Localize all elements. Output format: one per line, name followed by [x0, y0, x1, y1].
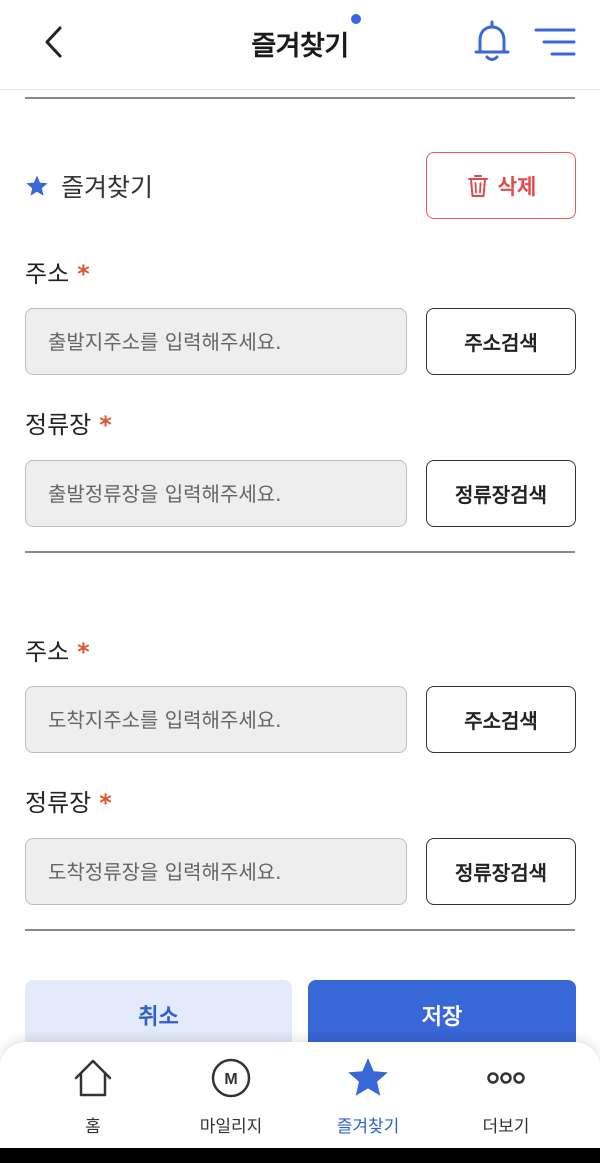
destination-address-label: 주소 *: [25, 632, 90, 667]
trash-icon: [467, 174, 488, 197]
favorite-section-title: 즐겨찾기: [61, 173, 154, 202]
notification-button[interactable]: [472, 20, 512, 64]
menu-button[interactable]: [532, 24, 578, 60]
destination-address-label-text: 주소: [25, 638, 70, 666]
origin-stop-label: 정류장 *: [25, 405, 112, 440]
delete-button-label: 삭제: [497, 174, 537, 199]
nav-item-more[interactable]: 더보기: [446, 1056, 566, 1142]
hamburger-menu-icon: [534, 28, 576, 56]
mileage-icon: M: [209, 1056, 253, 1100]
nav-label-home: 홈: [85, 1117, 101, 1137]
notification-dot: [351, 14, 361, 24]
required-mark: *: [77, 638, 90, 666]
more-icon: [484, 1056, 528, 1100]
origin-address-input[interactable]: [25, 308, 407, 375]
delete-button[interactable]: 삭제: [426, 152, 576, 219]
required-mark: *: [99, 789, 112, 817]
destination-stop-search-button[interactable]: 정류장검색: [426, 838, 576, 905]
origin-address-label: 주소 *: [25, 254, 90, 289]
cancel-button[interactable]: 취소: [25, 980, 292, 1050]
save-button[interactable]: 저장: [308, 980, 576, 1050]
favorite-section-header: 즐겨찾기: [25, 168, 153, 204]
nav-item-home[interactable]: 홈: [33, 1056, 153, 1142]
destination-stop-input[interactable]: [25, 838, 407, 905]
star-icon: [346, 1056, 390, 1100]
divider: [25, 97, 575, 99]
divider: [25, 551, 575, 553]
destination-address-input[interactable]: [25, 686, 407, 753]
nav-label-favorites: 즐겨찾기: [336, 1117, 400, 1137]
required-mark: *: [99, 411, 112, 439]
system-bar: [0, 1148, 600, 1163]
bottom-navigation: 홈 M 마일리지 즐겨찾기 더보기: [0, 1042, 600, 1148]
home-icon: [71, 1056, 115, 1100]
origin-address-label-text: 주소: [25, 260, 70, 288]
nav-item-favorites[interactable]: 즐겨찾기: [308, 1056, 428, 1142]
star-icon: [26, 175, 48, 196]
destination-address-search-button[interactable]: 주소검색: [426, 686, 576, 753]
origin-address-search-button[interactable]: 주소검색: [426, 308, 576, 375]
destination-stop-label-text: 정류장: [25, 789, 92, 817]
destination-stop-label: 정류장 *: [25, 783, 112, 818]
origin-stop-input[interactable]: [25, 460, 407, 527]
app-header: 즐겨찾기: [0, 0, 600, 90]
divider: [25, 929, 575, 931]
required-mark: *: [77, 260, 90, 288]
origin-stop-search-button[interactable]: 정류장검색: [426, 460, 576, 527]
mileage-icon-letter: M: [224, 1071, 237, 1088]
nav-label-more: 더보기: [482, 1117, 530, 1137]
origin-stop-label-text: 정류장: [25, 411, 92, 439]
nav-item-mileage[interactable]: M 마일리지: [171, 1056, 291, 1142]
nav-label-mileage: 마일리지: [199, 1117, 263, 1137]
bell-icon: [474, 20, 510, 61]
